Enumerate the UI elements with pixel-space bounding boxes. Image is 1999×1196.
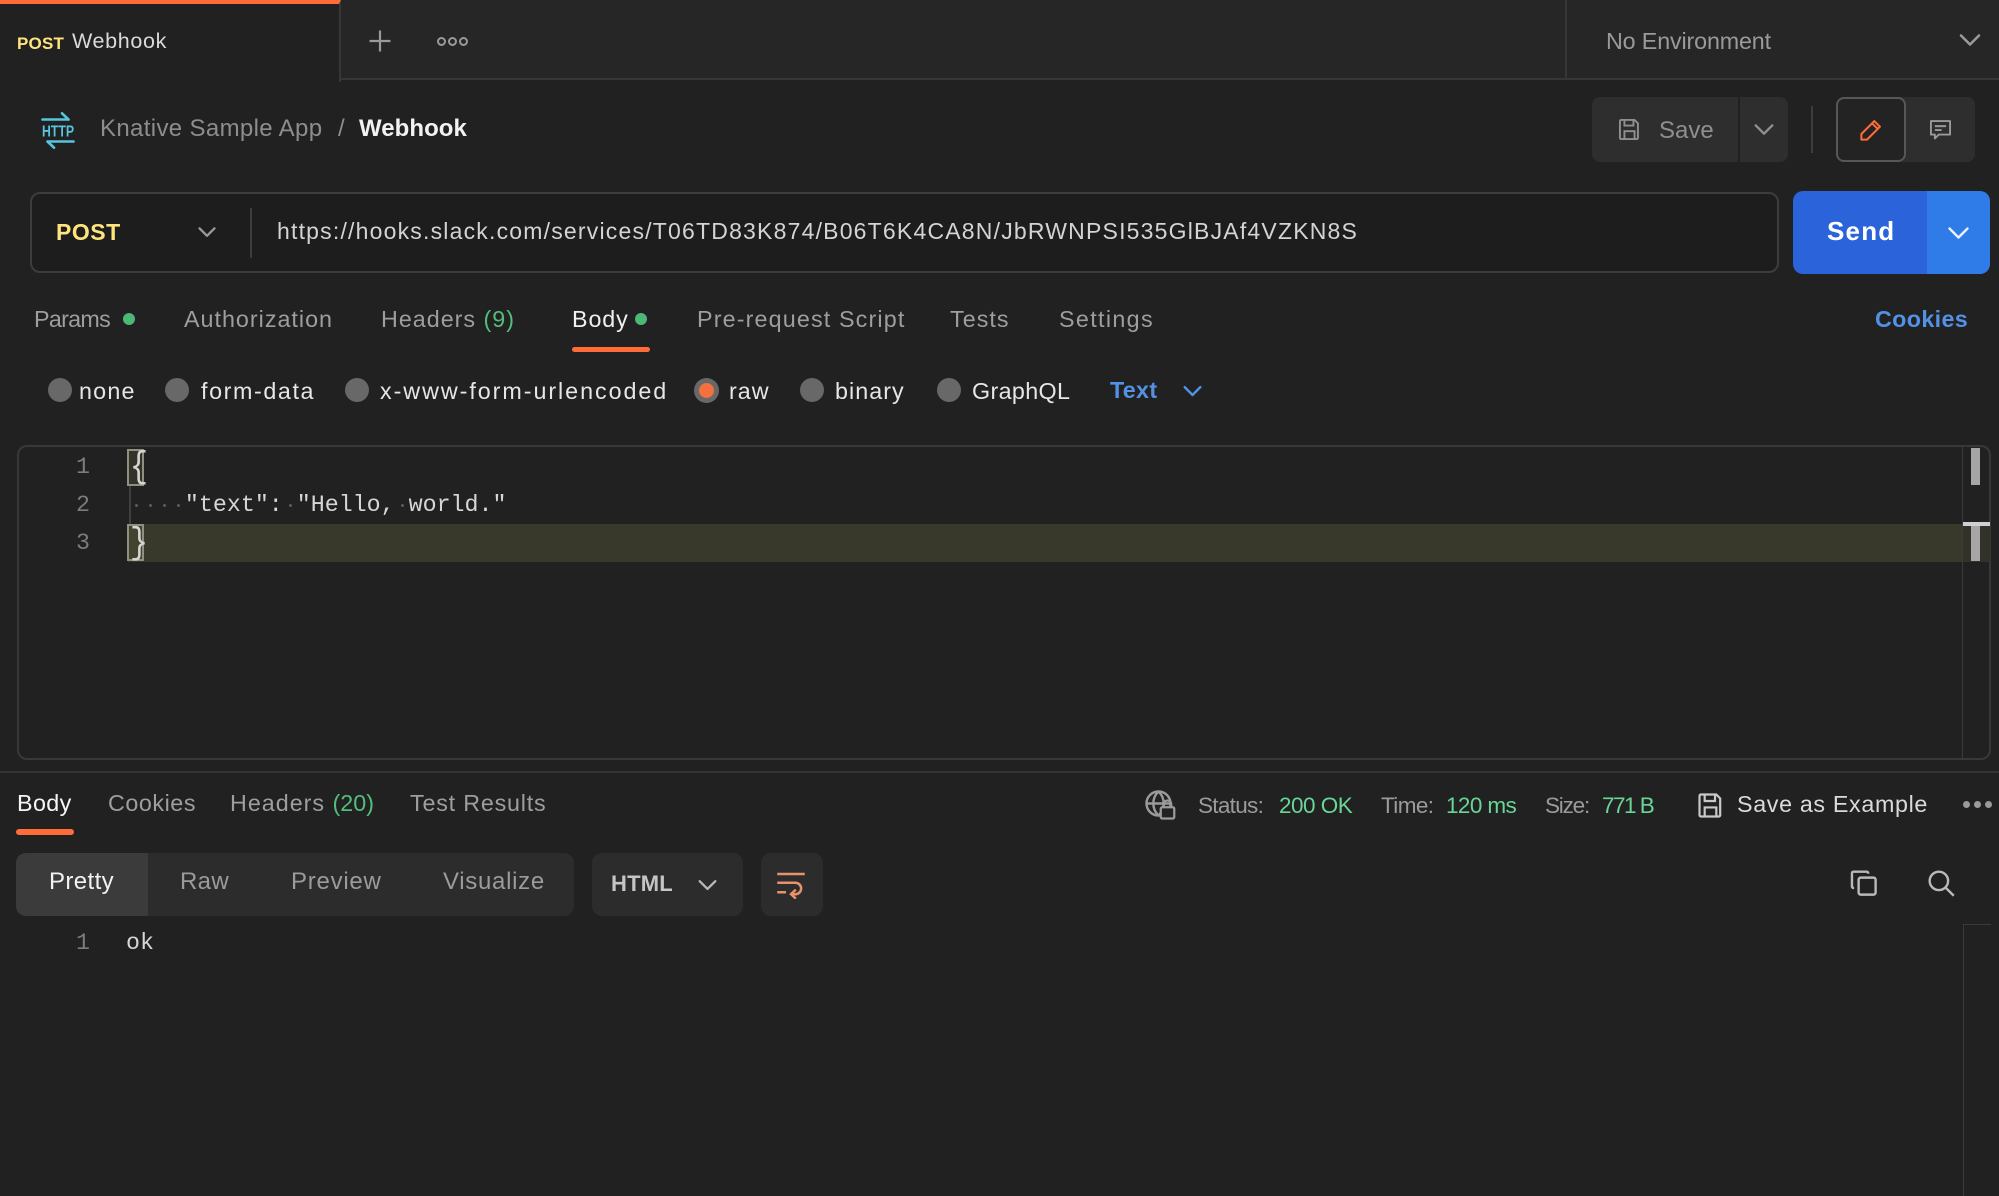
- svg-text:HTTP: HTTP: [42, 124, 74, 141]
